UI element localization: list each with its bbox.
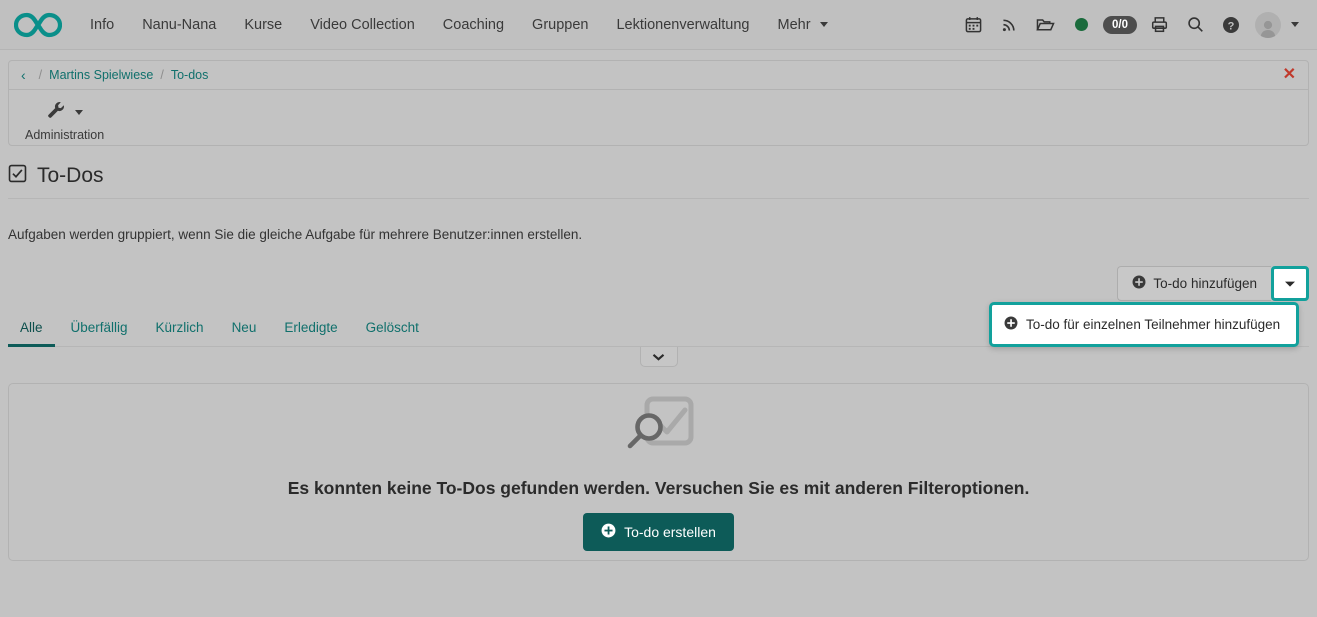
chevron-down-icon xyxy=(75,110,83,115)
tab-ueberfaellig[interactable]: Überfällig xyxy=(59,312,140,347)
tab-label: Kürzlich xyxy=(156,320,204,335)
nav-label: Info xyxy=(90,17,114,33)
breadcrumb-separator: / xyxy=(160,68,163,82)
action-bar: To-do hinzufügen To-do für einzelnen Tei… xyxy=(8,266,1309,302)
infinity-logo[interactable] xyxy=(12,8,64,42)
tab-kuerzlich[interactable]: Kürzlich xyxy=(144,312,216,347)
add-todo-dropdown-toggle[interactable] xyxy=(1271,266,1309,301)
status-dot-icon[interactable] xyxy=(1063,8,1099,42)
tab-label: Alle xyxy=(20,320,43,335)
expand-filters-toggle[interactable] xyxy=(640,347,678,367)
nav-label: Mehr xyxy=(778,17,811,33)
tab-alle[interactable]: Alle xyxy=(8,312,55,347)
plus-circle-icon xyxy=(1004,316,1018,333)
plus-circle-icon xyxy=(1132,275,1146,292)
nav-label: Nanu-Nana xyxy=(142,17,216,33)
create-todo-button-label: To-do erstellen xyxy=(624,524,716,540)
tab-label: Gelöscht xyxy=(366,320,419,335)
search-icon[interactable] xyxy=(1177,8,1213,42)
nav-label: Kurse xyxy=(244,17,282,33)
empty-state-message: Es konnten keine To-Dos gefunden werden.… xyxy=(288,478,1030,499)
nav-label: Gruppen xyxy=(532,17,588,33)
chevron-down-icon xyxy=(652,348,665,366)
caret-down-icon xyxy=(1284,275,1296,293)
add-todo-button-label: To-do hinzufügen xyxy=(1153,276,1257,291)
empty-state-card: Es konnten keine To-Dos gefunden werden.… xyxy=(8,383,1309,561)
avatar-chevron-down-icon[interactable] xyxy=(1291,22,1299,27)
nav-item-kurse[interactable]: Kurse xyxy=(230,11,296,39)
collapse-row xyxy=(8,347,1309,367)
nav-item-gruppen[interactable]: Gruppen xyxy=(518,11,602,39)
nav-items: Info Nanu-Nana Kurse Video Collection Co… xyxy=(76,11,842,39)
wrench-icon xyxy=(46,100,66,125)
tab-label: Überfällig xyxy=(71,320,128,335)
administration-button[interactable]: Administration xyxy=(19,98,110,144)
search-checkbox-icon xyxy=(623,393,695,464)
top-navigation-bar: Info Nanu-Nana Kurse Video Collection Co… xyxy=(0,0,1317,50)
nav-label: Lektionenverwaltung xyxy=(616,17,749,33)
tab-erledigte[interactable]: Erledigte xyxy=(272,312,349,347)
green-dot xyxy=(1075,18,1088,31)
create-todo-button[interactable]: To-do erstellen xyxy=(583,513,734,551)
page-title: To-Dos xyxy=(37,164,104,188)
chevron-down-icon xyxy=(820,22,828,27)
avatar[interactable] xyxy=(1255,12,1281,38)
folder-icon[interactable] xyxy=(1027,8,1063,42)
nav-right-icons: 0/0 ? xyxy=(955,8,1303,42)
printer-icon[interactable] xyxy=(1141,8,1177,42)
administration-label: Administration xyxy=(25,128,104,142)
breadcrumb: ‹ / Martins Spielwiese / To-dos xyxy=(9,61,1308,90)
page-intro-text: Aufgaben werden gruppiert, wenn Sie die … xyxy=(8,227,1309,242)
rss-icon[interactable] xyxy=(991,8,1027,42)
nav-item-mehr[interactable]: Mehr xyxy=(764,11,842,39)
breadcrumb-separator: / xyxy=(39,68,42,82)
nav-item-video-collection[interactable]: Video Collection xyxy=(296,11,429,39)
breadcrumb-panel: ‹ / Martins Spielwiese / To-dos ✕ Admini… xyxy=(8,60,1309,146)
nav-label: Video Collection xyxy=(310,17,415,33)
admin-icon-row xyxy=(46,100,83,125)
menu-item-label: To-do für einzelnen Teilnehmer hinzufüge… xyxy=(1026,317,1280,332)
menu-item-add-todo-single-participant[interactable]: To-do für einzelnen Teilnehmer hinzufüge… xyxy=(994,307,1294,342)
tab-geloescht[interactable]: Gelöscht xyxy=(354,312,431,347)
nav-item-nanu-nana[interactable]: Nanu-Nana xyxy=(128,11,230,39)
admin-toolbar: Administration xyxy=(9,90,1308,145)
nav-item-info[interactable]: Info xyxy=(76,11,128,39)
svg-text:?: ? xyxy=(1228,20,1235,32)
page-title-section: To-Dos xyxy=(8,164,1309,199)
add-todo-button[interactable]: To-do hinzufügen xyxy=(1117,266,1271,301)
breadcrumb-item-martins-spielwiese[interactable]: Martins Spielwiese xyxy=(49,68,153,82)
chevron-left-icon[interactable]: ‹ xyxy=(19,67,32,83)
tab-label: Neu xyxy=(232,320,257,335)
add-todo-button-group: To-do hinzufügen xyxy=(1117,266,1309,301)
breadcrumb-item-to-dos[interactable]: To-dos xyxy=(171,68,209,82)
close-icon[interactable]: ✕ xyxy=(1279,65,1300,85)
add-todo-dropdown-menu: To-do für einzelnen Teilnehmer hinzufüge… xyxy=(989,302,1299,347)
tab-neu[interactable]: Neu xyxy=(220,312,269,347)
nav-item-coaching[interactable]: Coaching xyxy=(429,11,518,39)
status-badge[interactable]: 0/0 xyxy=(1103,16,1137,34)
plus-circle-icon xyxy=(601,523,616,541)
calendar-icon[interactable] xyxy=(955,8,991,42)
nav-item-lektionenverwaltung[interactable]: Lektionenverwaltung xyxy=(602,11,763,39)
tab-label: Erledigte xyxy=(284,320,337,335)
help-icon[interactable]: ? xyxy=(1213,8,1249,42)
checkbox-checked-icon xyxy=(8,164,27,188)
nav-label: Coaching xyxy=(443,17,504,33)
